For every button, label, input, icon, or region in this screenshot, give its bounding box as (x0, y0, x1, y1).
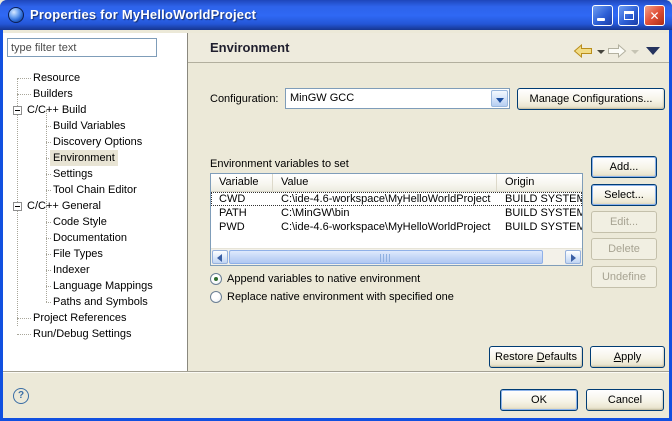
table-row-pwd[interactable]: PWD C:\ide-4.6-workspace\MyHelloWorldPro… (211, 220, 582, 234)
forward-history-caret-icon[interactable] (631, 50, 639, 54)
tree-item-tool-chain-editor[interactable]: Tool Chain Editor (3, 182, 187, 198)
tree-item-builders[interactable]: Builders (3, 86, 187, 102)
variables-table-label: Environment variables to set (210, 158, 349, 170)
tree-item-environment[interactable]: Environment (3, 150, 187, 166)
question-mark-icon: ? (18, 390, 24, 401)
radio-selected-icon (210, 273, 222, 285)
close-icon: ✕ (645, 8, 664, 24)
minimize-icon (597, 18, 605, 21)
tree-item-discovery-options[interactable]: Discovery Options (3, 134, 187, 150)
edit-button: Edit... (591, 211, 657, 233)
ok-button[interactable]: OK (500, 389, 578, 411)
apply-button[interactable]: Apply (590, 346, 665, 368)
select-button[interactable]: Select... (591, 184, 657, 206)
back-history-caret-icon[interactable] (597, 50, 605, 54)
tree-item-project-references[interactable]: Project References (3, 310, 187, 326)
panel-divider (187, 33, 188, 371)
chevron-left-icon (217, 254, 222, 262)
table-header: Variable Value Origin (211, 174, 582, 192)
tree-item-documentation[interactable]: Documentation (3, 230, 187, 246)
properties-tree: Resource Builders C/C++ Build Build Vari… (3, 66, 187, 366)
table-row-path[interactable]: PATH C:\MinGW\bin BUILD SYSTEM (211, 206, 582, 220)
collapse-icon[interactable] (13, 202, 22, 211)
tree-item-language-mappings[interactable]: Language Mappings (3, 278, 187, 294)
column-header-variable[interactable]: Variable (211, 174, 273, 191)
scrollbar-grip-icon (380, 254, 392, 262)
collapse-icon[interactable] (13, 106, 22, 115)
maximize-icon (624, 11, 634, 20)
filter-input[interactable] (7, 38, 157, 57)
page-header: Environment (188, 33, 669, 63)
manage-configurations-button[interactable]: Manage Configurations... (517, 88, 665, 110)
close-button[interactable]: ✕ (644, 5, 665, 26)
forward-arrow-icon[interactable] (607, 44, 627, 58)
table-row-cwd[interactable]: CWD C:\ide-4.6-workspace\MyHelloWorldPro… (211, 192, 582, 206)
chevron-right-icon (571, 254, 576, 262)
column-header-origin[interactable]: Origin (497, 174, 582, 191)
radio-unselected-icon (210, 291, 222, 303)
undefine-button: Undefine (591, 266, 657, 288)
tree-item-run-debug-settings[interactable]: Run/Debug Settings (3, 326, 187, 342)
back-arrow-icon[interactable] (573, 44, 593, 58)
combo-dropdown-button[interactable] (491, 90, 508, 107)
maximize-button[interactable] (618, 5, 639, 26)
radio-replace-environment[interactable]: Replace native environment with specifie… (210, 290, 454, 306)
configuration-select[interactable]: MinGW GCC (285, 88, 510, 109)
navigation-panel: Resource Builders C/C++ Build Build Vari… (3, 33, 187, 371)
add-button[interactable]: Add... (591, 156, 657, 178)
configuration-label: Configuration: (210, 93, 279, 105)
tree-item-resource[interactable]: Resource (3, 70, 187, 86)
minimize-button[interactable] (592, 5, 613, 26)
variables-table: Variable Value Origin CWD C:\ide-4.6-wor… (210, 173, 583, 266)
restore-defaults-button[interactable]: Restore Defaults (489, 346, 583, 368)
properties-dialog: Properties for MyHelloWorldProject ✕ Res… (0, 0, 672, 421)
tree-item-build-variables[interactable]: Build Variables (3, 118, 187, 134)
window-title: Properties for MyHelloWorldProject (30, 7, 256, 22)
tree-item-indexer[interactable]: Indexer (3, 262, 187, 278)
page-title: Environment (210, 40, 289, 55)
tree-item-cpp-build[interactable]: C/C++ Build (3, 102, 187, 118)
scroll-left-button[interactable] (212, 250, 228, 264)
tree-item-settings[interactable]: Settings (3, 166, 187, 182)
chevron-down-icon (496, 98, 504, 103)
configuration-value: MinGW GCC (290, 92, 354, 104)
view-menu-icon[interactable] (646, 47, 660, 55)
horizontal-scrollbar[interactable] (211, 248, 582, 265)
cancel-button[interactable]: Cancel (586, 389, 664, 411)
tree-item-paths-and-symbols[interactable]: Paths and Symbols (3, 294, 187, 310)
column-header-value[interactable]: Value (273, 174, 497, 191)
eclipse-window-icon (8, 7, 24, 23)
help-button[interactable]: ? (13, 388, 29, 404)
tree-item-file-types[interactable]: File Types (3, 246, 187, 262)
footer-separator-highlight (3, 372, 669, 373)
tree-item-code-style[interactable]: Code Style (3, 214, 187, 230)
titlebar[interactable]: Properties for MyHelloWorldProject ✕ (0, 0, 672, 30)
tree-item-cpp-general[interactable]: C/C++ General (3, 198, 187, 214)
scroll-right-button[interactable] (565, 250, 581, 264)
scrollbar-thumb[interactable] (229, 250, 543, 264)
delete-button: Delete (591, 238, 657, 260)
radio-append-variables[interactable]: Append variables to native environment (210, 272, 420, 288)
